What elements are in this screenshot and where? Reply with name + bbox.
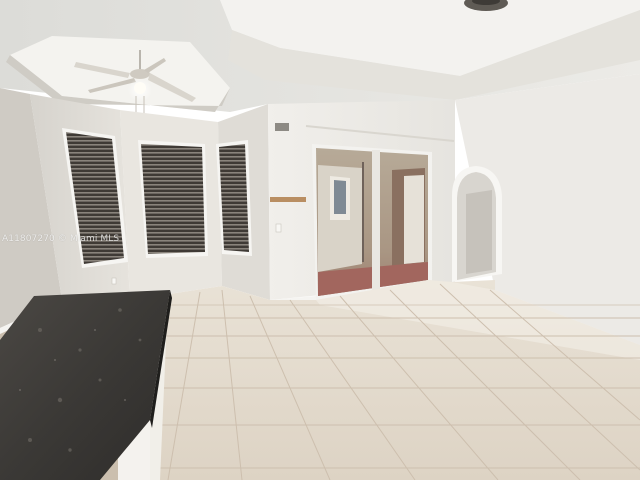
photo-watermark: A11807270 © Miami MLS [2, 234, 120, 244]
window-right [216, 140, 252, 256]
light-switch [275, 223, 282, 233]
arched-doorway [452, 166, 502, 282]
window-center [138, 140, 208, 258]
granite-countertop [0, 290, 172, 480]
alarm-sensor [275, 123, 289, 131]
sliding-glass-door [312, 144, 432, 300]
wall-shelf [270, 197, 306, 202]
room-photo: A11807270 © Miami MLS [0, 0, 640, 480]
wall-outlet [111, 277, 117, 285]
